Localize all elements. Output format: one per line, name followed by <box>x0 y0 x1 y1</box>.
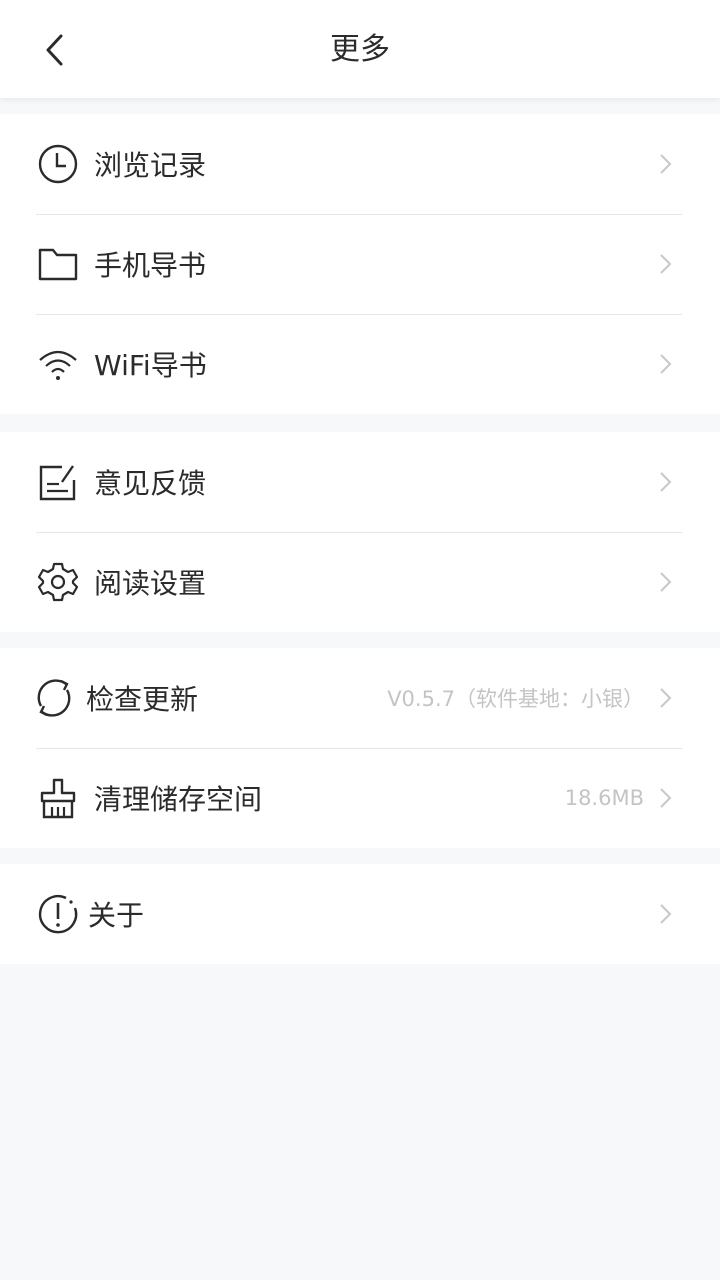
menu-group-settings: 意见反馈 阅读设置 <box>0 432 720 632</box>
menu-item-label: 浏览记录 <box>94 149 207 182</box>
broom-icon <box>36 776 80 820</box>
menu-item-label: WiFi导书 <box>94 349 207 382</box>
chevron-right-icon <box>660 154 672 174</box>
menu-item-feedback[interactable]: 意见反馈 <box>0 432 720 532</box>
chevron-right-icon <box>660 472 672 492</box>
refresh-icon <box>32 676 76 720</box>
page-title: 更多 <box>330 32 390 67</box>
menu-item-clear-storage[interactable]: 清理储存空间 18.6MB <box>0 748 720 848</box>
chevron-right-icon <box>660 254 672 274</box>
folder-icon <box>36 242 80 286</box>
info-icon <box>36 892 80 936</box>
menu-item-wifi-import[interactable]: WiFi导书 <box>0 314 720 414</box>
menu-group-reading: 浏览记录 手机导书 WiFi导书 <box>0 114 720 414</box>
menu-item-label: 意见反馈 <box>94 467 207 500</box>
menu-group-about: 关于 <box>0 864 720 964</box>
menu-item-reading-settings[interactable]: 阅读设置 <box>0 532 720 632</box>
wifi-icon <box>36 342 80 386</box>
menu-item-about[interactable]: 关于 <box>0 864 720 964</box>
menu-item-label: 手机导书 <box>94 249 207 282</box>
menu-item-label: 阅读设置 <box>94 567 207 600</box>
menu-item-label: 清理储存空间 <box>94 783 263 816</box>
menu-item-check-update[interactable]: 检查更新 V0.5.7（软件基地：小银） <box>0 648 720 748</box>
chevron-right-icon <box>660 688 672 708</box>
version-value: V0.5.7（软件基地：小银） <box>387 687 644 711</box>
chevron-right-icon <box>660 904 672 924</box>
menu-item-label: 检查更新 <box>86 683 199 716</box>
storage-size-value: 18.6MB <box>564 786 644 810</box>
menu-item-history[interactable]: 浏览记录 <box>0 114 720 214</box>
chevron-right-icon <box>660 572 672 592</box>
clock-icon <box>36 142 80 186</box>
top-bar: 更多 <box>0 0 720 98</box>
chevron-right-icon <box>660 354 672 374</box>
menu-item-phone-import[interactable]: 手机导书 <box>0 214 720 314</box>
chevron-right-icon <box>660 788 672 808</box>
menu-group-storage: 检查更新 V0.5.7（软件基地：小银） 清理储存空间 18.6MB <box>0 648 720 848</box>
menu-item-label: 关于 <box>88 899 145 932</box>
feedback-edit-icon <box>36 460 80 504</box>
gear-icon <box>36 560 80 604</box>
